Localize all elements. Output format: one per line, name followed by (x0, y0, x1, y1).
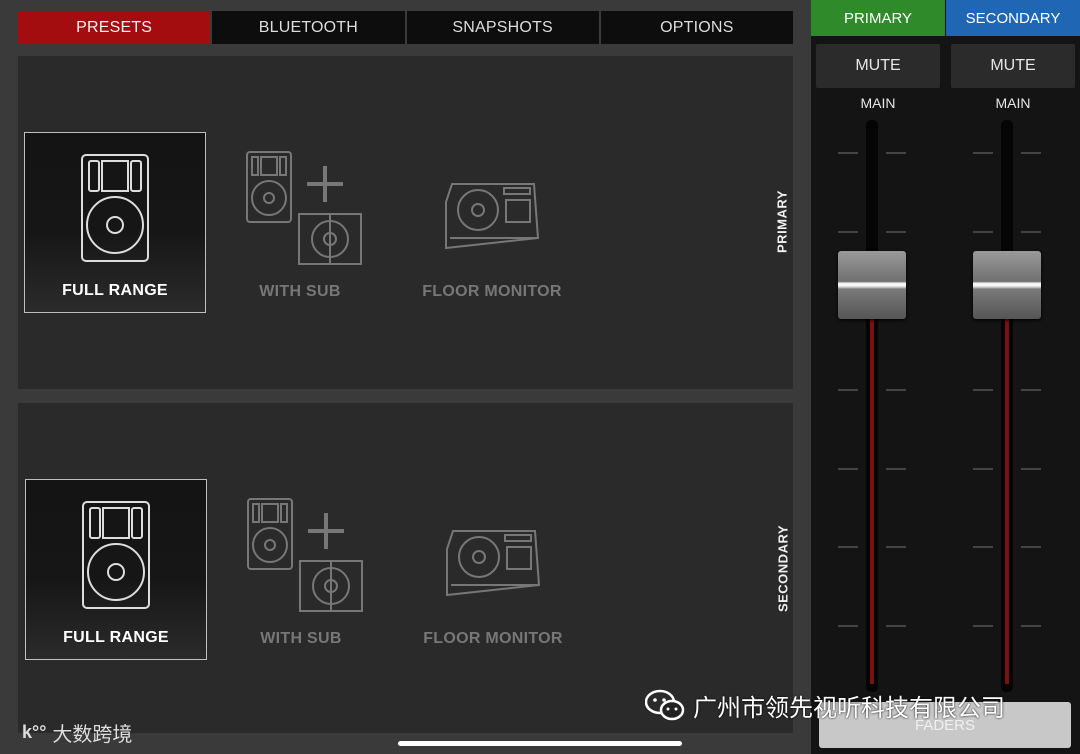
full-range-speaker-icon (81, 154, 149, 262)
top-tab-bar: PRESETS BLUETOOTH SNAPSHOTS OPTIONS (18, 11, 793, 44)
floor-monitor-icon (446, 530, 541, 597)
fader-level-fill (1005, 283, 1009, 684)
speaker-with-sub-icon (247, 498, 363, 612)
fader-scale-tick (886, 231, 906, 233)
mute-button-secondary[interactable]: MUTE (951, 44, 1075, 88)
preset-full-range-primary[interactable]: FULL RANGE (24, 132, 206, 313)
channel-label-secondary: MAIN (995, 95, 1031, 111)
fader-track (1001, 120, 1013, 692)
fader-scale-tick (838, 231, 858, 233)
brand-name: 大数跨境 (52, 724, 133, 746)
fader-scale-tick (1021, 231, 1041, 233)
preset-with-sub-primary[interactable]: WITH SUB (228, 132, 372, 313)
primary-side-label: PRIMARY (774, 190, 790, 253)
preset-label: WITH SUB (260, 630, 342, 647)
secondary-side-label: SECONDARY (775, 524, 791, 613)
preset-label: WITH SUB (259, 283, 341, 300)
fader-cap[interactable] (973, 251, 1041, 320)
fader-level-fill (870, 283, 874, 684)
fader-scale-tick (973, 231, 993, 233)
fader-cap[interactable] (838, 251, 906, 320)
fader-scale-tick (1021, 625, 1041, 627)
fader-track (866, 120, 878, 692)
preset-floor-monitor-primary[interactable]: FLOOR MONITOR (412, 132, 572, 313)
fader-scale-tick (1021, 152, 1041, 154)
floor-monitor-icon (445, 183, 540, 250)
tab-snapshots[interactable]: SNAPSHOTS (406, 11, 601, 44)
fader-scale-tick (886, 468, 906, 470)
fader-scale-tick (886, 625, 906, 627)
fader-scale-tick (838, 389, 858, 391)
fader-scale-tick (838, 152, 858, 154)
fader-scale-tick (886, 389, 906, 391)
channel-label-primary: MAIN (860, 95, 896, 111)
tab-presets[interactable]: PRESETS (18, 11, 213, 44)
fader-scale-tick (838, 546, 858, 548)
preset-label: FULL RANGE (62, 282, 168, 299)
fader-scale-tick (973, 389, 993, 391)
preset-label: FULL RANGE (63, 629, 169, 646)
fader-scale-tick (973, 152, 993, 154)
brand-watermark: k°° 大数跨境 (22, 718, 132, 747)
fader-scale-tick (838, 625, 858, 627)
fader-scale-tick (1021, 546, 1041, 548)
preset-label: FLOOR MONITOR (423, 630, 563, 647)
fader-scale-tick (886, 152, 906, 154)
preset-floor-monitor-secondary[interactable]: FLOOR MONITOR (413, 479, 573, 660)
mixer-panel: PRIMARY SECONDARY MUTE MUTE MAIN MAIN FA… (811, 0, 1080, 754)
company-watermark: 广州市领先视听科技有限公司 (645, 688, 1005, 723)
mixer-tab-primary[interactable]: PRIMARY (811, 0, 945, 36)
fader-scale-tick (973, 468, 993, 470)
brand-logo-icon: k°° (22, 722, 47, 742)
fader-scale-tick (973, 625, 993, 627)
secondary-preset-panel: FULL RANGE WITH SUB FLOOR MONITOR SECOND… (18, 403, 793, 733)
tab-bluetooth[interactable]: BLUETOOTH (212, 11, 407, 44)
preset-full-range-secondary[interactable]: FULL RANGE (25, 479, 207, 660)
speaker-with-sub-icon (246, 151, 362, 265)
full-range-speaker-icon (82, 501, 150, 609)
fader-scale-tick (1021, 389, 1041, 391)
mixer-tab-secondary[interactable]: SECONDARY (946, 0, 1080, 36)
fader-scale-tick (886, 546, 906, 548)
wechat-icon (645, 689, 685, 720)
mute-button-primary[interactable]: MUTE (816, 44, 940, 88)
company-name: 广州市领先视听科技有限公司 (693, 695, 1005, 722)
home-indicator (398, 741, 682, 746)
tab-options[interactable]: OPTIONS (600, 11, 793, 44)
fader-scale-tick (973, 546, 993, 548)
preset-label: FLOOR MONITOR (422, 283, 562, 300)
fader-scale-tick (1021, 468, 1041, 470)
fader-scale-tick (838, 468, 858, 470)
preset-with-sub-secondary[interactable]: WITH SUB (229, 479, 373, 660)
primary-preset-panel: FULL RANGE WITH SUB FLOOR MONITOR PRIMAR… (18, 56, 793, 389)
